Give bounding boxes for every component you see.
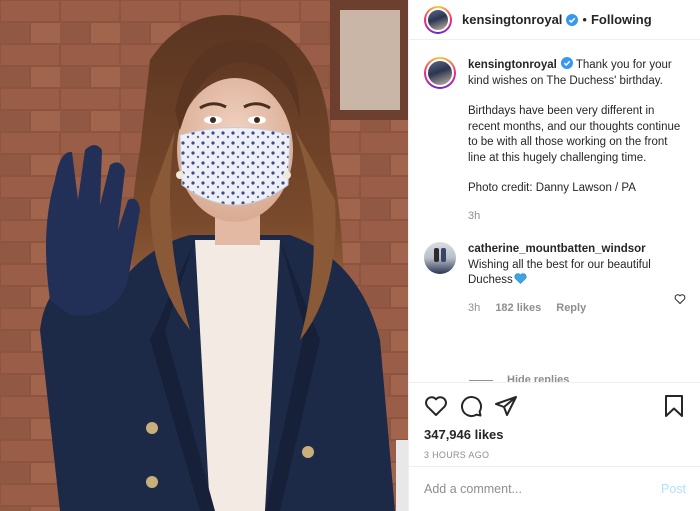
verified-badge-icon <box>566 13 579 26</box>
share-icon[interactable] <box>494 394 518 418</box>
comment-meta: 3h 182 likes Reply <box>468 301 686 317</box>
heart-icon[interactable] <box>424 394 448 418</box>
caption-meta: 3h <box>468 209 686 225</box>
commenter-avatar[interactable] <box>424 242 456 274</box>
post-actions: 347,946 likes 3 HOURS AGO <box>409 382 700 466</box>
post-side-panel: kensingtonroyal • Following kensingtonro… <box>408 0 700 511</box>
commenter-username[interactable]: catherine_mountbatten_windsor <box>468 243 646 255</box>
blue-heart-emoji <box>514 273 527 284</box>
add-comment-input[interactable] <box>424 482 661 496</box>
post-header: kensingtonroyal • Following <box>409 0 700 40</box>
likes-count[interactable]: 347,946 likes <box>424 427 686 442</box>
comment-icon[interactable] <box>459 394 483 418</box>
comments-list[interactable]: kensingtonroyal Thank you for your kind … <box>409 41 700 382</box>
caption-paragraph: kensingtonroyal Thank you for your kind … <box>468 57 686 89</box>
hide-replies-line <box>469 379 493 381</box>
comment-item: catherine_mountbatten_windsor Wishing al… <box>424 242 686 316</box>
comment-likes[interactable]: 182 likes <box>495 302 541 314</box>
header-separator: • <box>582 12 587 27</box>
verified-badge-icon <box>560 57 573 69</box>
post-photo[interactable] <box>0 0 408 511</box>
hide-replies-button[interactable]: Hide replies <box>469 374 569 382</box>
action-icon-row <box>424 393 686 419</box>
caption-avatar[interactable] <box>424 57 456 89</box>
post-timestamp[interactable]: 3 HOURS AGO <box>424 450 686 460</box>
caption-paragraph: Birthdays have been very different in re… <box>468 105 681 164</box>
comment-like-heart-icon[interactable] <box>674 293 686 305</box>
following-button[interactable]: Following <box>591 12 652 27</box>
caption-time[interactable]: 3h <box>468 210 480 222</box>
comment-text: Wishing all the best for our beautiful D… <box>468 258 651 287</box>
bookmark-icon[interactable] <box>662 394 686 418</box>
header-username[interactable]: kensingtonroyal <box>462 12 562 27</box>
account-avatar[interactable] <box>424 5 452 34</box>
photo-illustration <box>0 0 408 511</box>
post-comment-button[interactable]: Post <box>661 482 686 496</box>
caption: kensingtonroyal Thank you for your kind … <box>424 57 686 224</box>
comment-time[interactable]: 3h <box>468 302 480 314</box>
reply-button[interactable]: Reply <box>556 302 586 314</box>
caption-credit: Photo credit: Danny Lawson / PA <box>468 182 636 194</box>
caption-username[interactable]: kensingtonroyal <box>468 59 557 71</box>
hide-replies-label: Hide replies <box>507 374 570 382</box>
add-comment-bar: Post <box>409 466 700 511</box>
